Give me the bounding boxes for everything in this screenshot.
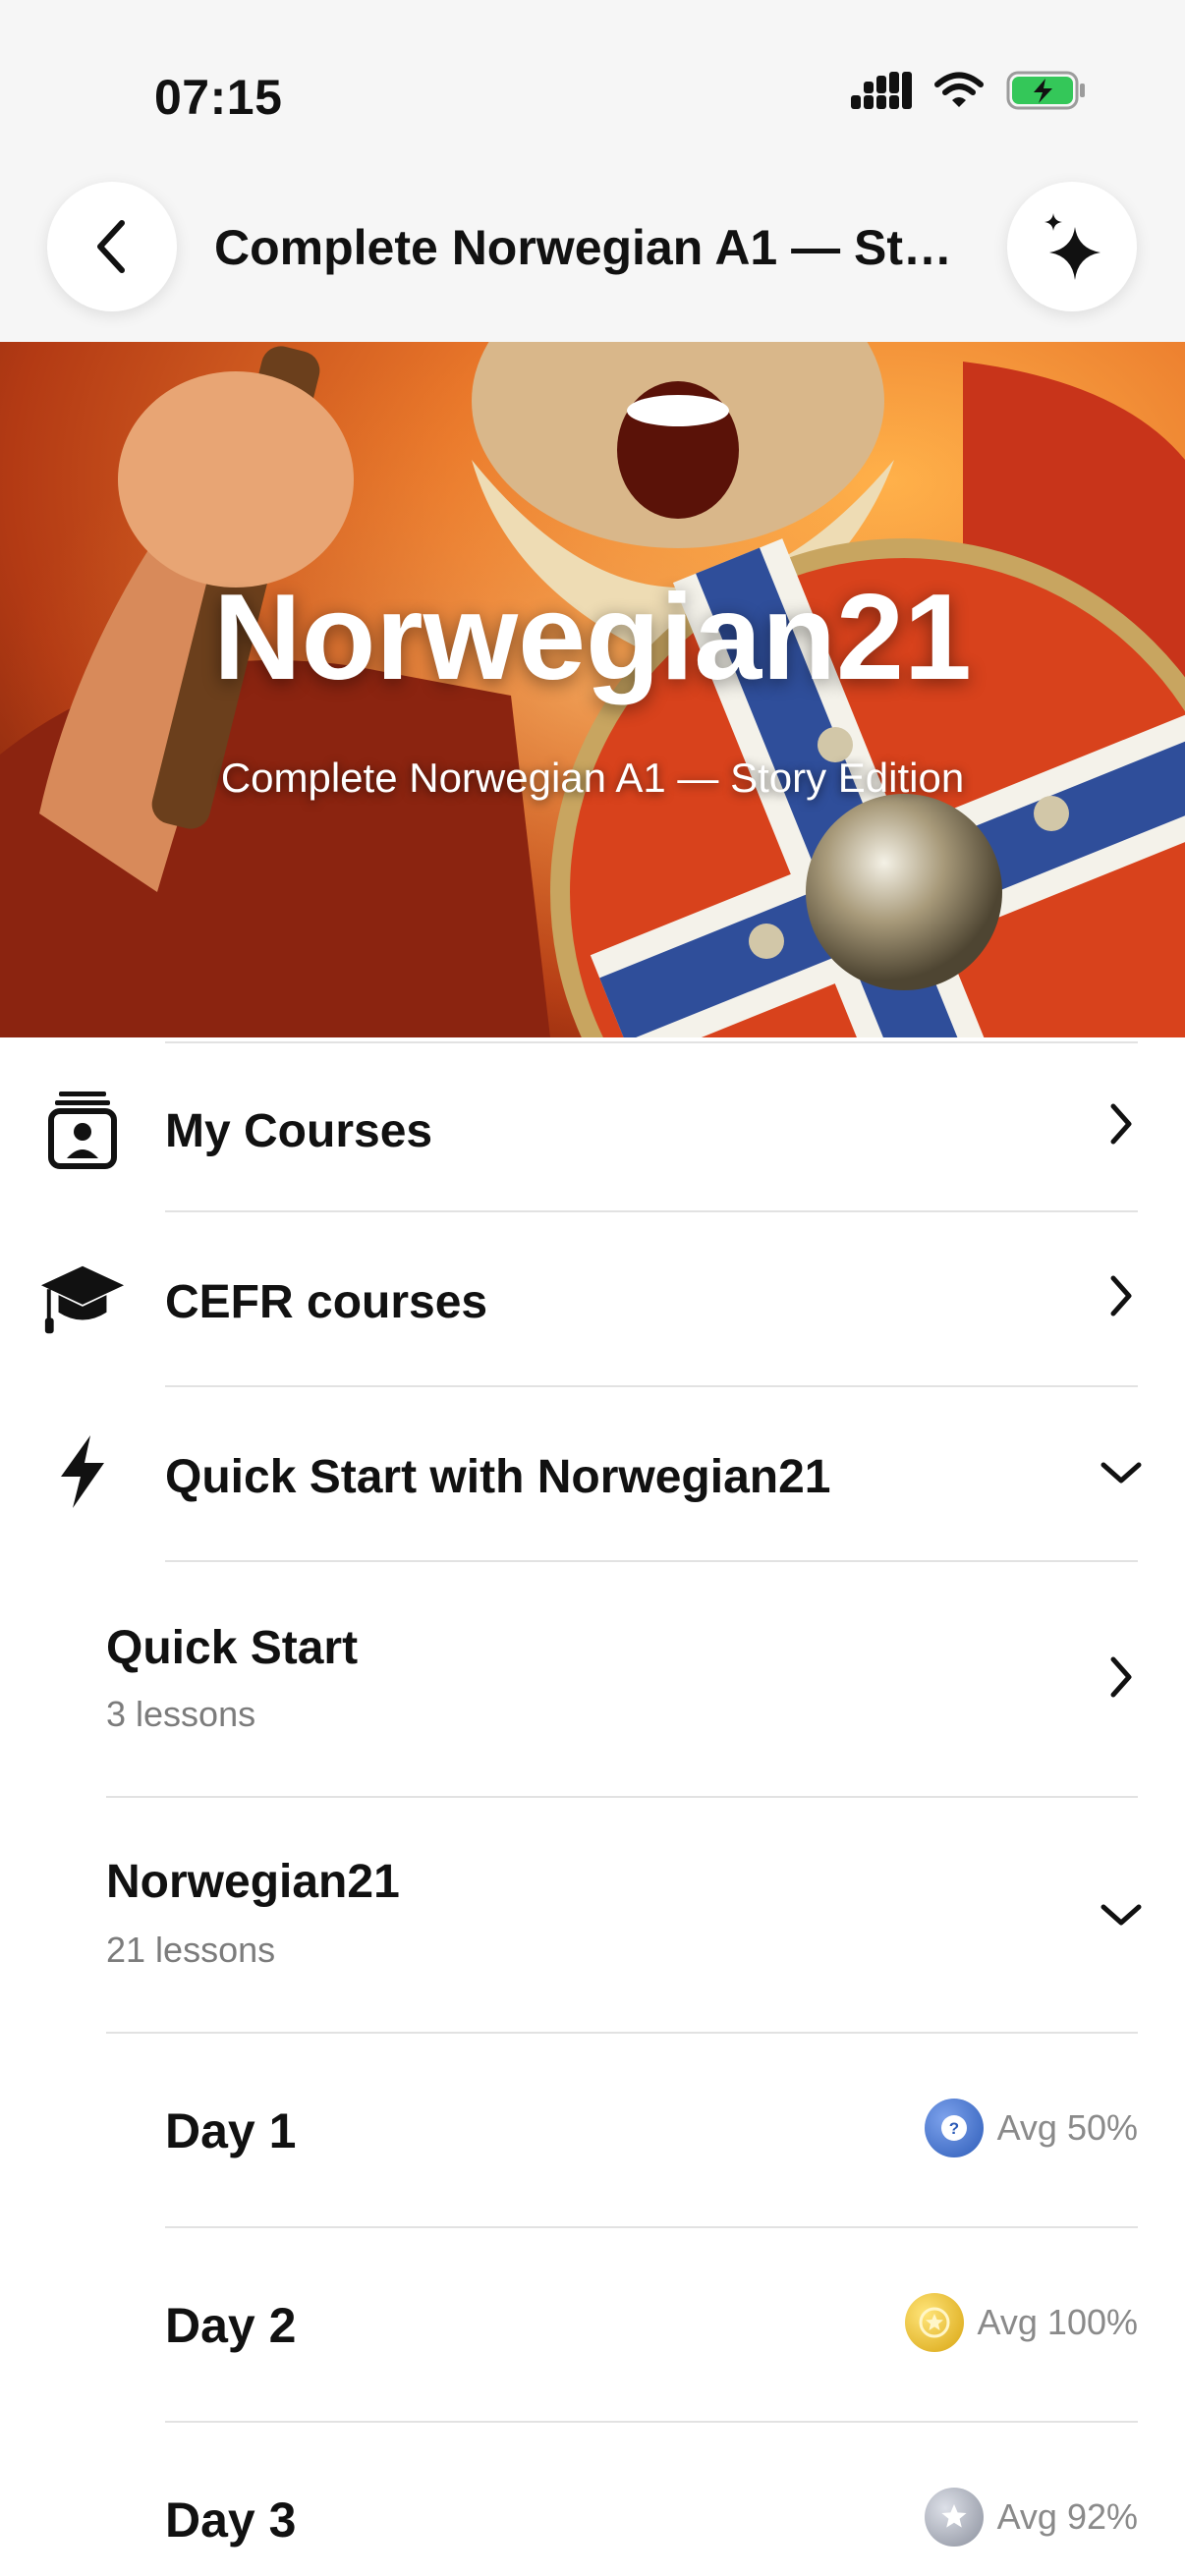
lesson-average-text: Avg 100% xyxy=(977,2302,1138,2342)
lesson-title: Day 1 xyxy=(165,2103,297,2158)
lesson-average: Avg 92% xyxy=(924,2488,1138,2547)
chevron-left-icon xyxy=(97,220,125,273)
gold-star-badge-icon xyxy=(904,2293,964,2352)
menu-item-cefr-courses[interactable]: CEFR courses xyxy=(0,1212,1185,1385)
chevron-right-icon xyxy=(1097,1652,1146,1702)
lesson-average-text: Avg 92% xyxy=(996,2496,1138,2537)
back-button[interactable] xyxy=(47,182,177,311)
status-time: 07:15 xyxy=(154,70,283,125)
section-lesson-count: 21 lessons xyxy=(106,1930,276,1970)
menu-item-label: CEFR courses xyxy=(165,1276,488,1328)
course-hero-banner: Norwegian21 Complete Norwegian A1 — Stor… xyxy=(0,342,1185,1037)
chevron-down-icon xyxy=(1097,1448,1146,1497)
contact-book-icon xyxy=(39,1087,126,1173)
wifi-icon xyxy=(934,72,984,107)
section-quick-start[interactable]: Quick Start 3 lessons xyxy=(0,1562,1185,1796)
lesson-row-day-1[interactable]: Day 1 ? Avg 50% xyxy=(0,2034,1185,2226)
section-title: Quick Start xyxy=(106,1622,359,1674)
chevron-right-icon xyxy=(1097,1271,1146,1320)
cellular-signal-icon xyxy=(851,72,912,109)
ai-assistant-button[interactable] xyxy=(1007,182,1137,311)
chevron-right-icon xyxy=(1097,1099,1146,1148)
menu-item-label: Quick Start with Norwegian21 xyxy=(165,1451,831,1503)
lesson-average: ? Avg 50% xyxy=(924,2099,1138,2157)
section-lesson-count: 3 lessons xyxy=(106,1694,256,1734)
hero-title: Norwegian21 xyxy=(213,570,972,705)
menu-item-my-courses[interactable]: My Courses xyxy=(0,1037,1185,1210)
graduation-cap-icon xyxy=(39,1256,126,1342)
lesson-average: Avg 100% xyxy=(904,2293,1138,2352)
lesson-row-day-2[interactable]: Day 2 Avg 100% xyxy=(0,2228,1185,2421)
svg-text:?: ? xyxy=(948,2119,958,2138)
sparkles-icon xyxy=(1044,213,1100,280)
lesson-row-day-3[interactable]: Day 3 Avg 92% xyxy=(0,2423,1185,2576)
status-bar: 07:15 xyxy=(0,0,1185,172)
silver-star-badge-icon xyxy=(924,2488,984,2547)
lesson-average-text: Avg 50% xyxy=(996,2107,1138,2148)
section-norwegian21[interactable]: Norwegian21 21 lessons xyxy=(0,1798,1185,2032)
nav-title: Complete Norwegian A1 — Sto... xyxy=(214,220,971,275)
hero-subtitle: Complete Norwegian A1 — Story Edition xyxy=(220,755,965,801)
lesson-title: Day 3 xyxy=(165,2492,297,2548)
menu-item-label: My Courses xyxy=(165,1105,433,1157)
question-badge-icon: ? xyxy=(924,2099,984,2157)
navigation-bar: Complete Norwegian A1 — Sto... xyxy=(0,172,1185,342)
status-icons xyxy=(851,71,1087,110)
chevron-down-icon xyxy=(1097,1890,1146,1939)
section-title: Norwegian21 xyxy=(106,1856,400,1908)
lesson-title: Day 2 xyxy=(165,2298,297,2353)
menu-item-quick-start-group[interactable]: Quick Start with Norwegian21 xyxy=(0,1387,1185,1560)
lightning-bolt-icon xyxy=(39,1428,126,1515)
battery-charging-icon xyxy=(1006,71,1085,110)
